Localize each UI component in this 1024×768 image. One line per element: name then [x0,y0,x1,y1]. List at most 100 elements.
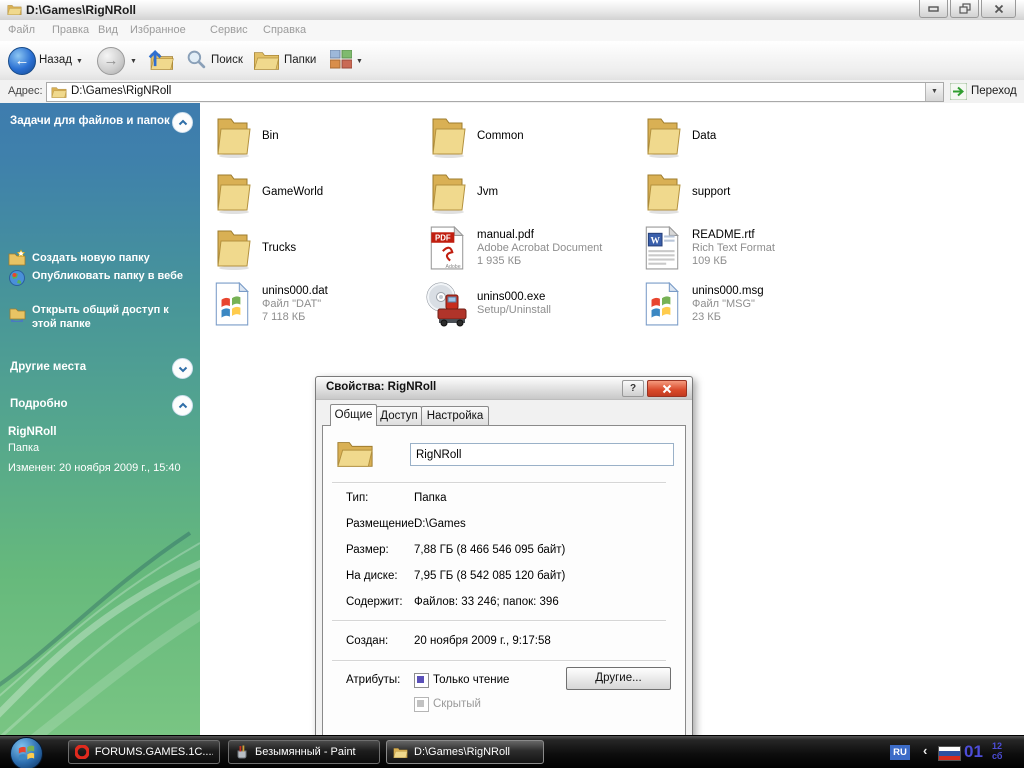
back-label[interactable]: Назад [39,54,72,66]
hidden-label: Скрытый [433,698,481,710]
minimize-button[interactable] [919,0,948,18]
toolbar: ← Назад ▼ → ▼ Поиск Папки ▼ [0,41,1024,81]
file-name: README.rtf [692,228,755,241]
views-icon[interactable] [330,50,352,70]
file-tile-manual-pdf[interactable]: PDF Adobe manual.pdf Adobe Acrobat Docume… [423,220,638,276]
new-folder-icon [8,249,26,266]
taskbar-button-paint[interactable]: Безымянный - Paint [228,740,380,764]
other-attributes-button[interactable]: Другие... [566,667,671,690]
address-folder-icon [51,87,67,98]
tray-clock-day[interactable]: сб [992,751,1002,761]
minimize-icon [927,6,939,12]
dialog-title: Свойства: RigNRoll [326,381,437,393]
file-tile-jvm[interactable]: Jvm [423,164,638,220]
dialog-help-button[interactable]: ? [622,380,644,397]
checkbox-fill [417,700,424,707]
folders-icon[interactable] [253,48,280,72]
up-folder-icon[interactable] [147,48,174,72]
desktop: D:\Games\RigNRoll Файл Правка Вид Избран… [0,0,1024,768]
tab-customize[interactable]: Настройка [421,406,489,426]
go-label[interactable]: Переход [971,85,1017,97]
rtf-document-icon: W [638,224,686,272]
tray-clock-minute[interactable]: 12 [992,741,1002,751]
details-folder-type: Папка [8,442,40,454]
file-tile-unins000-msg[interactable]: unins000.msg Файл "MSG" 23 КБ [638,276,853,332]
taskbar: FORUMS.GAMES.1C.... Безымянный - Paint D… [0,735,1024,768]
address-combo[interactable]: D:\Games\RigNRoll ▼ [46,82,944,102]
folder-name-field[interactable] [410,443,674,466]
task-share-folder[interactable]: Открыть общий доступ к этой папке [32,303,190,331]
dialog-close-button[interactable] [647,380,687,397]
views-dropdown-icon[interactable]: ▼ [356,58,363,65]
file-tile-unins000-exe[interactable]: unins000.exe Setup/Uninstall [423,276,638,332]
file-tile-bin[interactable]: Bin [208,108,423,164]
file-tile-gameworld[interactable]: GameWorld [208,164,423,220]
task-publish-web[interactable]: Опубликовать папку в вебе [32,269,190,283]
start-button[interactable] [10,737,43,768]
details-header[interactable]: Подробно [10,398,68,410]
back-dropdown-icon[interactable]: ▼ [76,58,83,65]
attributes-label: Атрибуты: [346,674,401,686]
file-type: Файл "DAT" [262,297,322,310]
created-value: 20 ноября 2009 г., 9:17:58 [414,635,551,647]
file-tile-trucks[interactable]: Trucks [208,220,423,276]
taskbar-button-opera[interactable]: FORUMS.GAMES.1C.... [68,740,220,764]
file-tile-support[interactable]: support [638,164,853,220]
folders-label[interactable]: Папки [284,54,316,66]
restore-icon [958,3,971,14]
dialog-title-bar: Свойства: RigNRoll ? [316,377,692,400]
back-button[interactable]: ← [8,47,36,75]
hidden-checkbox[interactable] [414,697,429,712]
file-type: Rich Text Format [692,241,775,254]
size-label: Размер: [346,544,389,556]
close-button[interactable] [981,0,1016,18]
title-bar: D:\Games\RigNRoll [0,0,1024,21]
tray-clock-hour[interactable]: 01 [964,742,983,762]
readonly-label[interactable]: Только чтение [433,674,509,686]
file-tile-readme-rtf[interactable]: W README.rtf Rich Text Format 109 КБ [638,220,853,276]
language-indicator[interactable]: RU [890,745,910,760]
tasks-header[interactable]: Задачи для файлов и папок [10,115,170,127]
taskbar-button-label: Безымянный - Paint [255,746,356,758]
menu-view[interactable]: Вид [98,24,118,36]
restore-button[interactable] [950,0,979,18]
address-value[interactable]: D:\Games\RigNRoll [71,85,171,97]
menu-help[interactable]: Справка [263,24,306,36]
type-value: Папка [414,492,447,504]
chevron-down-icon [178,366,187,372]
other-places-expand-button[interactable] [172,358,193,379]
location-value: D:\Games [414,518,466,530]
properties-dialog: Свойства: RigNRoll ? Общие Доступ Настро… [315,376,693,768]
file-tile-data[interactable]: Data [638,108,853,164]
folder-icon [423,168,471,216]
file-name: support [692,185,731,198]
other-places-header[interactable]: Другие места [10,361,86,373]
taskbar-button-explorer[interactable]: D:\Games\RigNRoll [386,740,544,764]
readonly-checkbox[interactable] [414,673,429,688]
folder-icon [423,112,471,160]
menu-tools[interactable]: Сервис [210,24,248,36]
search-icon[interactable] [186,49,207,70]
file-tile-unins000-dat[interactable]: unins000.dat Файл "DAT" 7 118 КБ [208,276,423,332]
file-tiles: Bin Common Data GameWorld Jvm support Tr… [208,108,853,332]
details-collapse-button[interactable] [172,395,193,416]
menu-file[interactable]: Файл [8,24,35,36]
forward-dropdown-icon[interactable]: ▼ [130,58,137,65]
file-tile-common[interactable]: Common [423,108,638,164]
menu-favorites[interactable]: Избранное [130,24,186,36]
forward-button[interactable]: → [97,47,125,75]
task-new-folder[interactable]: Создать новую папку [32,251,190,265]
file-name: unins000.exe [477,291,546,303]
search-label[interactable]: Поиск [211,54,243,66]
tab-general[interactable]: Общие [330,404,377,426]
tab-sharing[interactable]: Доступ [376,406,422,426]
menu-edit[interactable]: Правка [52,24,89,36]
tray-collapse-icon[interactable]: ‹ [923,743,927,758]
task-pane: Задачи для файлов и папок Создать новую … [0,103,200,735]
go-icon[interactable] [950,83,967,100]
tasks-collapse-button[interactable] [172,112,193,133]
file-size: 1 935 КБ [477,254,522,267]
details-folder-name: RigNRoll [8,426,57,438]
address-dropdown-icon[interactable]: ▼ [925,83,943,101]
russian-flag-icon[interactable] [938,746,961,761]
